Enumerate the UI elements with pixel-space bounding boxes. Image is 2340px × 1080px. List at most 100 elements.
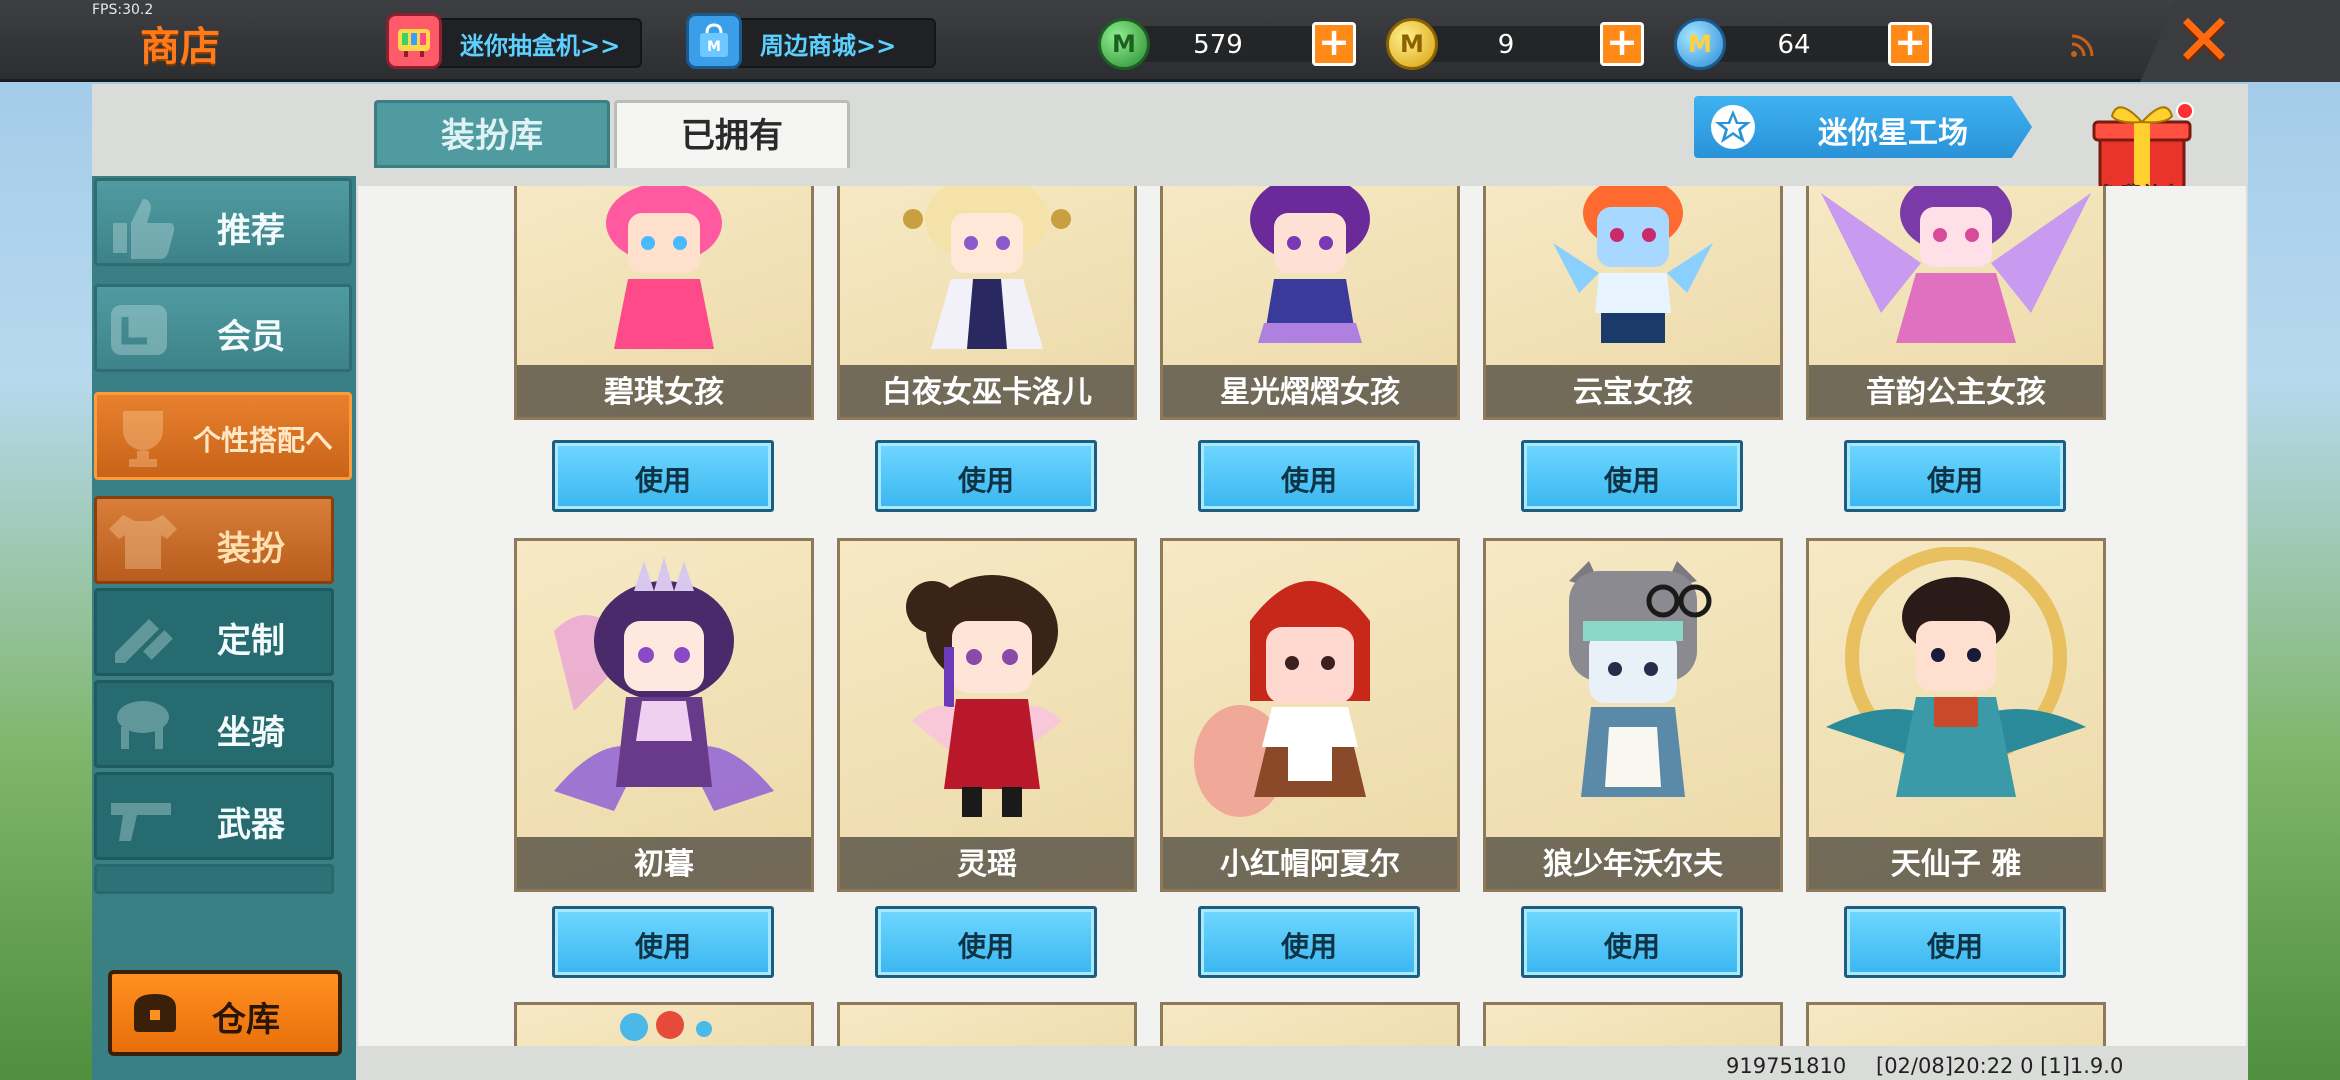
use-button[interactable]: 使用: [875, 906, 1097, 978]
character-figure: [554, 557, 774, 811]
sidebar-item-member[interactable]: 会员: [94, 284, 352, 372]
character-figure: [606, 186, 722, 349]
outfit-card[interactable]: 碧琪女孩: [514, 186, 814, 420]
sidebar-item-recommend[interactable]: 推荐: [94, 178, 352, 266]
character-figure: [1194, 581, 1370, 817]
signal-icon: [2071, 34, 2094, 57]
outfit-card[interactable]: 白夜女巫卡洛儿: [837, 186, 1137, 420]
shopping-bag-icon: M: [686, 13, 742, 69]
sidebar-item-label: 个性搭配へ: [193, 424, 334, 457]
sidebar-item-label: 装扮: [217, 529, 285, 569]
character-figure: [1821, 186, 2091, 343]
blindbox-machine-icon: [386, 13, 442, 69]
use-button[interactable]: 使用: [552, 906, 774, 978]
thumbs-up-icon: [113, 199, 175, 259]
pencil-ruler-icon: [115, 619, 173, 663]
use-button[interactable]: 使用: [552, 440, 774, 512]
user-id: 919751810: [1726, 1054, 1847, 1078]
tab-wardrobe[interactable]: 装扮库: [374, 100, 610, 168]
sidebar-item-weapon[interactable]: 武器: [94, 772, 334, 860]
add-gem-button[interactable]: +: [1312, 22, 1356, 66]
blindbox-label: 迷你抽盒机>>: [460, 31, 621, 60]
trophy-icon: [123, 411, 163, 467]
mount-icon: [117, 701, 169, 749]
currency-minibean: M 64 +: [1674, 18, 1934, 70]
gem-count: 579: [1193, 30, 1243, 60]
merch-mall-label: 周边商城>>: [760, 31, 897, 60]
outfit-card[interactable]: 狼少年沃尔夫: [1483, 538, 1783, 892]
minibean-count: 64: [1777, 30, 1811, 60]
character-figure: [1569, 561, 1712, 797]
use-button[interactable]: 使用: [1521, 906, 1743, 978]
close-icon[interactable]: ✕: [2170, 4, 2238, 76]
green-gem-icon: M: [1098, 18, 1150, 70]
outfit-card[interactable]: 星光熠熠女孩: [1160, 186, 1460, 420]
outfit-name: 灵瑶: [957, 847, 1017, 882]
character-figure: [1553, 186, 1713, 343]
character-figure: [903, 186, 1071, 349]
blue-m-coin-icon: M: [1674, 18, 1726, 70]
gold-count: 9: [1497, 30, 1515, 60]
character-figure: [1250, 186, 1370, 343]
starworks-label: 迷你星工场: [1818, 116, 1968, 151]
outfit-name: 云宝女孩: [1573, 375, 1693, 410]
character-figure: [906, 575, 1062, 817]
use-button[interactable]: 使用: [1844, 440, 2066, 512]
outfit-card[interactable]: 天仙子 雅: [1806, 538, 2106, 892]
sidebar-item-label: 定制: [217, 621, 285, 661]
sidebar-item-mount[interactable]: 坐骑: [94, 680, 334, 768]
sidebar-item-label: 武器: [217, 805, 285, 845]
build-info: [02/08]20:22 0 [1]1.9.0: [1876, 1054, 2124, 1078]
member-card-icon: [111, 305, 167, 355]
sidebar-item-dressup[interactable]: 装扮: [94, 496, 334, 584]
outfit-name: 碧琪女孩: [604, 375, 724, 410]
outfit-name: 初暮: [634, 847, 694, 882]
use-button[interactable]: 使用: [875, 440, 1097, 512]
svg-text:M: M: [707, 39, 721, 55]
character-figure: [1826, 547, 2086, 797]
chest-icon: [134, 994, 176, 1032]
mini-starworks-button[interactable]: 迷你星工场: [1694, 96, 2032, 158]
outfit-name: 音韵公主女孩: [1866, 375, 2046, 410]
use-button[interactable]: 使用: [1844, 906, 2066, 978]
shirt-icon: [109, 515, 177, 569]
add-gold-button[interactable]: +: [1600, 22, 1644, 66]
warehouse-button[interactable]: 仓库: [108, 970, 342, 1056]
outfit-card[interactable]: 灵瑶: [837, 538, 1137, 892]
character-figure: [620, 1011, 712, 1041]
sidebar-item-personal-style[interactable]: 个性搭配へ: [94, 392, 352, 480]
outfit-card[interactable]: 云宝女孩: [1483, 186, 1783, 420]
outfit-name: 白夜女巫卡洛儿: [882, 375, 1092, 410]
sidebar-item-label: 坐骑: [217, 713, 285, 753]
currency-gold: M 9 +: [1386, 18, 1646, 70]
gun-icon: [111, 803, 171, 841]
sidebar-item-label: 会员: [217, 317, 285, 357]
outfit-card[interactable]: [1806, 1002, 2106, 1046]
gold-m-coin-icon: M: [1386, 18, 1438, 70]
outfit-card[interactable]: [514, 1002, 814, 1046]
warehouse-label: 仓库: [212, 1000, 280, 1040]
sidebar-item-more[interactable]: [94, 864, 334, 894]
outfit-name: 小红帽阿夏尔: [1220, 847, 1400, 882]
add-minibean-button[interactable]: +: [1888, 22, 1932, 66]
outfit-grid: 碧琪女孩 白夜女巫卡洛儿 星光熠熠女孩 云宝女孩 音韵公主女孩 使用 使用 使用…: [358, 186, 2246, 1046]
outfit-name: 星光熠熠女孩: [1220, 375, 1400, 410]
outfit-card[interactable]: [1160, 1002, 1460, 1046]
page-title: 商店: [140, 24, 220, 70]
outfit-name: 天仙子 雅: [1890, 847, 2022, 882]
outfit-card[interactable]: 小红帽阿夏尔: [1160, 538, 1460, 892]
outfit-name: 狼少年沃尔夫: [1543, 847, 1723, 882]
merch-mall-button[interactable]: M 周边商城>>: [686, 13, 936, 69]
outfit-card[interactable]: [1483, 1002, 1783, 1046]
outfit-card[interactable]: [837, 1002, 1137, 1046]
outfit-card[interactable]: 初暮: [514, 538, 814, 892]
outfit-card[interactable]: 音韵公主女孩: [1806, 186, 2106, 420]
tab-owned[interactable]: 已拥有: [614, 100, 850, 168]
use-button[interactable]: 使用: [1521, 440, 1743, 512]
currency-gem: M 579 +: [1098, 18, 1358, 70]
blindbox-button[interactable]: 迷你抽盒机>>: [386, 13, 642, 69]
use-button[interactable]: 使用: [1198, 906, 1420, 978]
notification-dot: [2176, 102, 2194, 120]
sidebar-item-customize[interactable]: 定制: [94, 588, 334, 676]
use-button[interactable]: 使用: [1198, 440, 1420, 512]
